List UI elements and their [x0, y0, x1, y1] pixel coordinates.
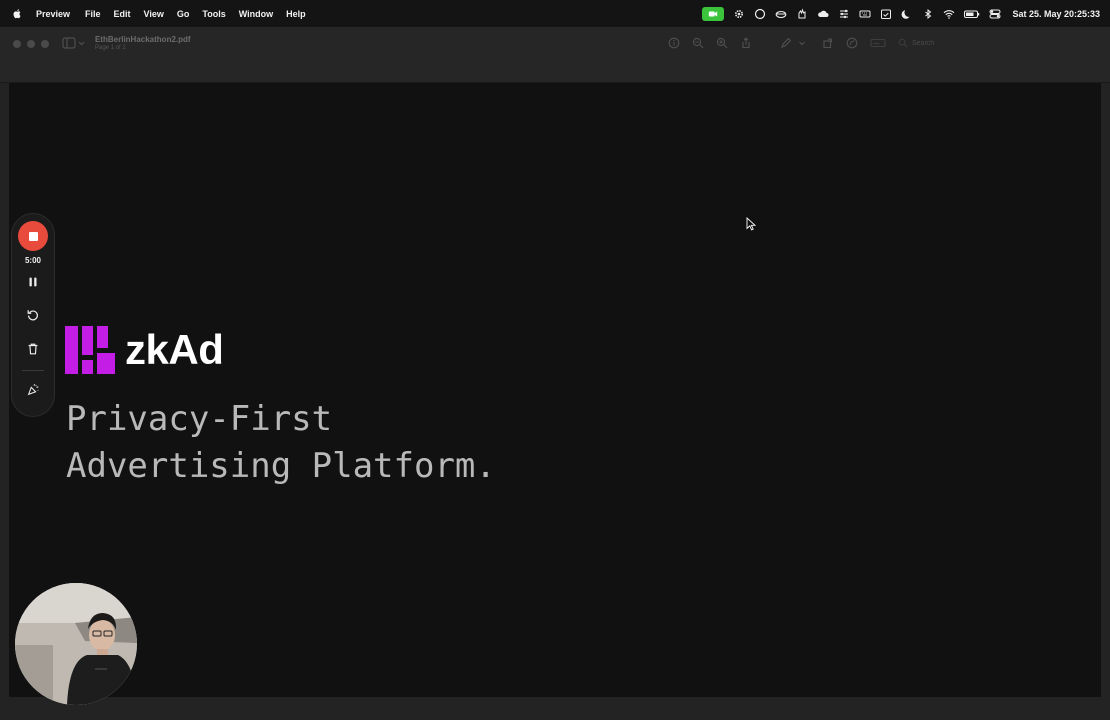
restart-button[interactable]: [25, 307, 41, 323]
close-button[interactable]: [13, 40, 21, 48]
form-fill-icon[interactable]: [870, 37, 886, 49]
apple-menu-icon[interactable]: [12, 8, 24, 20]
gear-icon[interactable]: [733, 8, 745, 20]
share-icon[interactable]: [740, 37, 752, 49]
menu-edit[interactable]: Edit: [114, 9, 131, 19]
keyboard-icon[interactable]: [859, 8, 871, 20]
search-field[interactable]: Search: [898, 38, 934, 48]
battery-icon[interactable]: [964, 8, 980, 20]
menu-window[interactable]: Window: [239, 9, 273, 19]
stop-recording-button[interactable]: [18, 221, 48, 251]
wifi-icon[interactable]: [943, 8, 955, 20]
menu-file[interactable]: File: [85, 9, 101, 19]
chevron-down-icon[interactable]: [798, 37, 806, 49]
window-controls: [13, 40, 49, 48]
status-area: Sat 25. May 20:25:33: [702, 0, 1100, 27]
markup-pen-icon[interactable]: [780, 37, 792, 49]
effects-button[interactable]: [25, 382, 41, 398]
menu-tools[interactable]: Tools: [202, 9, 225, 19]
zkad-logo-mark: [65, 326, 115, 374]
menu-bar-clock[interactable]: Sat 25. May 20:25:33: [1012, 9, 1100, 19]
recorder-divider: [22, 370, 44, 371]
cloud-app-icon[interactable]: [775, 8, 787, 20]
document-page-count: Page 1 of 2: [95, 45, 126, 51]
control-sliders-icon[interactable]: [838, 8, 850, 20]
control-center-icon[interactable]: [989, 8, 1001, 20]
menu-go[interactable]: Go: [177, 9, 190, 19]
menu-help[interactable]: Help: [286, 9, 306, 19]
sidebar-toggle-button[interactable]: [62, 37, 86, 49]
document-title: EthBerlinHackathon2.pdf: [95, 35, 191, 44]
confetti-icon: [27, 384, 39, 396]
recording-timer: 5:00: [24, 256, 41, 265]
pdf-page: zkAd Privacy-First Advertising Platform.: [9, 83, 1101, 697]
restart-icon: [27, 310, 38, 321]
delete-recording-button[interactable]: [25, 341, 41, 357]
search-placeholder: Search: [912, 39, 935, 47]
webcam-presenter-image: [15, 583, 137, 705]
zoom-out-icon[interactable]: [692, 37, 704, 49]
weather-cloud-icon[interactable]: [817, 8, 829, 20]
webcam-bubble[interactable]: [15, 583, 137, 705]
toolbar-buttons: Search: [668, 37, 934, 49]
recorder-controls: 5:00: [11, 213, 55, 417]
calendar-check-icon[interactable]: [880, 8, 892, 20]
trash-icon: [28, 343, 38, 355]
rotate-icon[interactable]: [822, 37, 834, 49]
preview-window: EthBerlinHackathon2.pdf Page 1 of 2 Sear…: [0, 27, 1110, 720]
slide-tagline: Privacy-First Advertising Platform.: [66, 399, 496, 486]
search-icon: [898, 38, 908, 48]
menu-view[interactable]: View: [144, 9, 164, 19]
mouse-cursor-icon: [746, 216, 757, 231]
moon-icon[interactable]: [901, 8, 913, 20]
menu-app-name[interactable]: Preview: [36, 9, 70, 19]
bluetooth-icon[interactable]: [922, 8, 934, 20]
sidebar-icon: [62, 37, 85, 49]
minimize-button[interactable]: [27, 40, 35, 48]
annotate-circle-icon[interactable]: [846, 37, 858, 49]
zkad-logo-text: zkAd: [125, 326, 224, 373]
pause-button[interactable]: [25, 274, 41, 290]
screen-recording-icon[interactable]: [702, 6, 725, 21]
circle-icon[interactable]: [754, 8, 766, 20]
pause-icon: [29, 277, 37, 287]
zoom-in-icon[interactable]: [716, 37, 728, 49]
menu-bar: Preview File Edit View Go Tools Window H…: [0, 0, 1110, 27]
zoom-button[interactable]: [41, 40, 49, 48]
zkad-logo: zkAd: [65, 326, 224, 374]
window-toolbar: EthBerlinHackathon2.pdf Page 1 of 2 Sear…: [0, 27, 1110, 83]
hand-icon[interactable]: [796, 7, 808, 20]
info-icon[interactable]: [668, 37, 680, 49]
stop-icon: [28, 231, 38, 241]
